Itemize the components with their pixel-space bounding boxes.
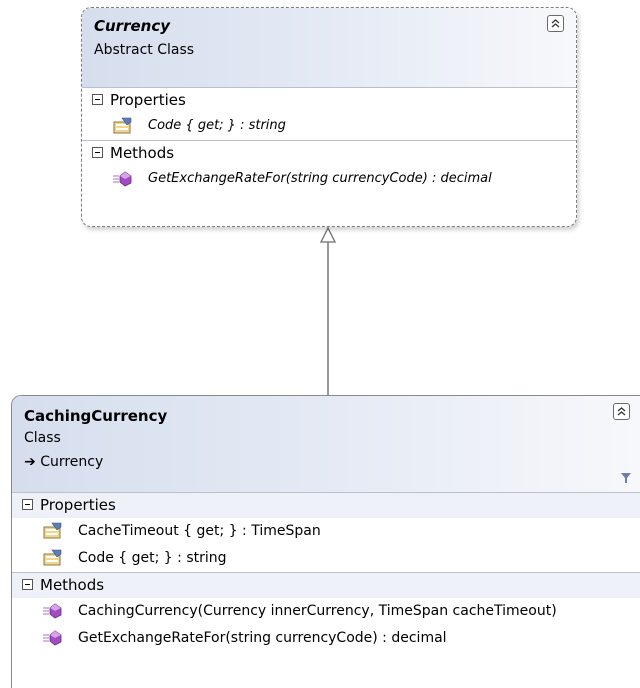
- base-class-name: Currency: [40, 454, 104, 470]
- double-chevron-up-icon[interactable]: [613, 403, 630, 420]
- section-label: Methods: [40, 576, 105, 594]
- class-header: CachingCurrency Class ➔ Currency: [12, 396, 640, 492]
- class-shape-cachingcurrency[interactable]: CachingCurrency Class ➔ Currency Propert…: [11, 395, 640, 688]
- methods-section-header[interactable]: Methods: [82, 141, 576, 166]
- collapse-toggle-icon[interactable]: [22, 579, 33, 590]
- inherit-arrow-icon: ➔: [24, 454, 36, 470]
- properties-section-header[interactable]: Properties: [82, 88, 576, 113]
- method-signature: GetExchangeRateFor(string currencyCode) …: [78, 630, 447, 646]
- class-header: Currency Abstract Class: [82, 8, 576, 87]
- method-icon: [42, 629, 62, 647]
- property-row[interactable]: CacheTimeout { get; } : TimeSpan: [12, 518, 640, 545]
- method-icon: [42, 602, 62, 620]
- property-signature: Code { get; } : string: [148, 118, 286, 133]
- method-row[interactable]: GetExchangeRateFor(string currencyCode) …: [12, 625, 640, 652]
- methods-section-header[interactable]: Methods: [12, 573, 640, 598]
- method-icon: [112, 170, 132, 188]
- property-signature: Code { get; } : string: [78, 550, 227, 566]
- method-row[interactable]: CachingCurrency(Currency innerCurrency, …: [12, 598, 640, 625]
- method-signature: CachingCurrency(Currency innerCurrency, …: [78, 603, 557, 619]
- property-icon: [42, 549, 62, 567]
- property-row[interactable]: Code { get; } : string: [12, 545, 640, 572]
- property-icon: [42, 522, 62, 540]
- section-label: Methods: [110, 144, 175, 162]
- property-signature: CacheTimeout { get; } : TimeSpan: [78, 523, 321, 539]
- property-row[interactable]: Code { get; } : string: [82, 113, 576, 140]
- section-label: Properties: [110, 91, 186, 109]
- class-stereotype: Abstract Class: [94, 42, 195, 58]
- property-icon: [112, 117, 132, 135]
- collapse-toggle-icon[interactable]: [92, 94, 103, 105]
- section-label: Properties: [40, 496, 116, 514]
- collapse-toggle-icon[interactable]: [92, 147, 103, 158]
- filter-icon[interactable]: [620, 472, 632, 484]
- class-shape-currency[interactable]: Currency Abstract Class Properties Code …: [81, 7, 577, 227]
- class-name: Currency: [94, 17, 171, 35]
- properties-section-header[interactable]: Properties: [12, 493, 640, 518]
- class-stereotype: Class: [24, 430, 61, 446]
- method-signature: GetExchangeRateFor(string currencyCode) …: [148, 171, 492, 186]
- class-name: CachingCurrency: [24, 407, 168, 425]
- base-class-indicator: ➔ Currency: [24, 454, 103, 470]
- collapse-toggle-icon[interactable]: [22, 499, 33, 510]
- method-row[interactable]: GetExchangeRateFor(string currencyCode) …: [82, 166, 576, 193]
- generalization-arrowhead: [319, 226, 337, 243]
- double-chevron-up-icon[interactable]: [547, 15, 564, 32]
